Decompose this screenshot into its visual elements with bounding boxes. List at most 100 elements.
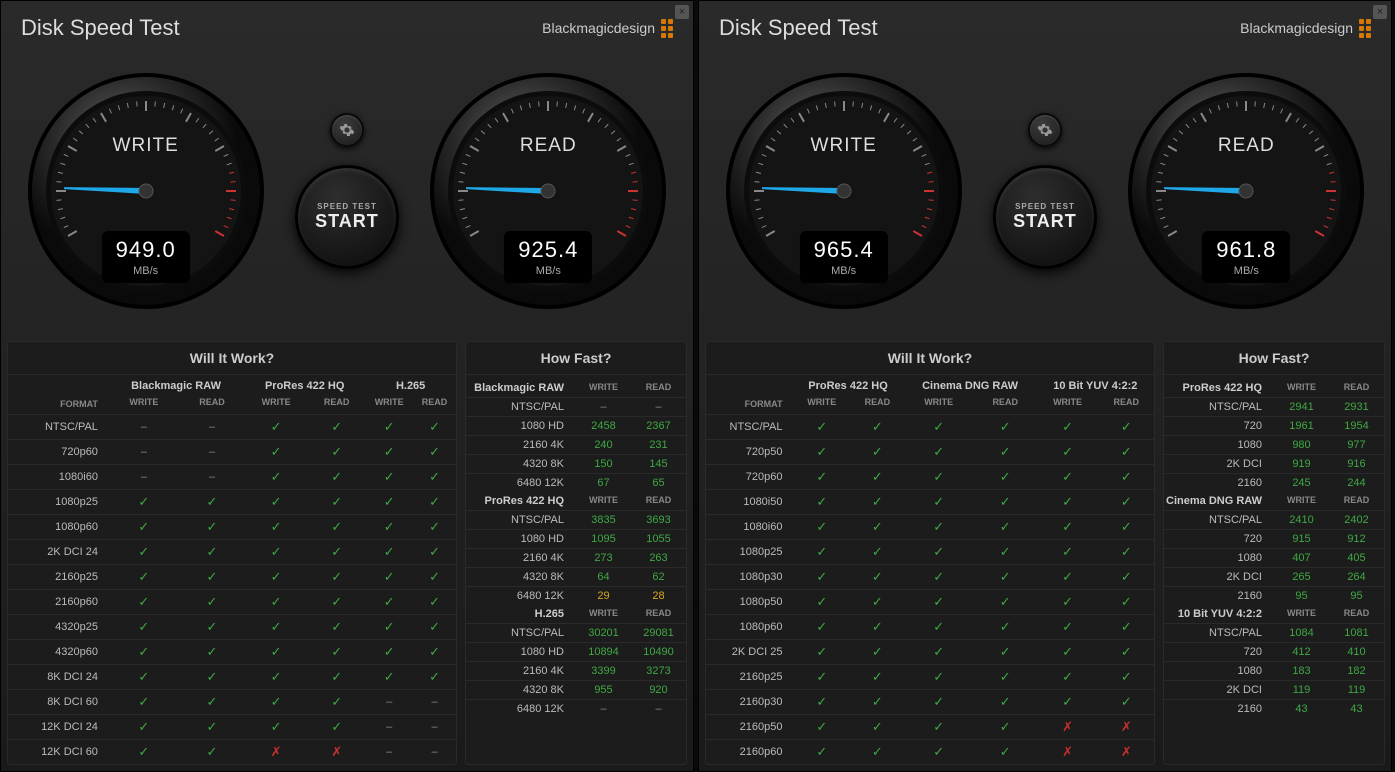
check-icon: ✓: [933, 594, 944, 609]
dash-icon: –: [432, 721, 438, 733]
check-icon: ✓: [429, 644, 440, 659]
how-fast-row: 6480 12K––: [466, 699, 686, 718]
dash-icon: –: [386, 721, 392, 733]
cross-icon: ✗: [331, 744, 342, 759]
dash-icon: –: [141, 446, 147, 458]
check-icon: ✓: [1000, 744, 1011, 759]
check-icon: ✓: [872, 669, 883, 684]
check-icon: ✓: [138, 694, 149, 709]
codec-header: ProRes 422 HQ: [244, 375, 365, 394]
table-row: 1080p25✓✓✓✓✓✓: [8, 490, 456, 515]
check-icon: ✓: [331, 719, 342, 734]
close-button[interactable]: ×: [675, 5, 689, 19]
how-fast-row: NTSC/PAL24102402: [1164, 510, 1384, 529]
check-icon: ✓: [207, 719, 218, 734]
table-row: 2K DCI 24✓✓✓✓✓✓: [8, 540, 456, 565]
check-icon: ✓: [207, 494, 218, 509]
check-icon: ✓: [138, 744, 149, 759]
dash-icon: –: [432, 746, 438, 758]
how-fast-row: NTSC/PAL––: [466, 397, 686, 416]
check-icon: ✓: [207, 569, 218, 584]
check-icon: ✓: [331, 469, 342, 484]
check-icon: ✓: [429, 619, 440, 634]
check-icon: ✓: [872, 519, 883, 534]
app-title: Disk Speed Test: [719, 15, 878, 41]
check-icon: ✓: [331, 419, 342, 434]
table-row: NTSC/PAL––✓✓✓✓: [8, 415, 456, 440]
check-icon: ✓: [872, 644, 883, 659]
check-icon: ✓: [1000, 544, 1011, 559]
check-icon: ✓: [816, 519, 827, 534]
check-icon: ✓: [1000, 419, 1011, 434]
check-icon: ✓: [1000, 694, 1011, 709]
check-icon: ✓: [1000, 494, 1011, 509]
check-icon: ✓: [271, 669, 282, 684]
write-gauge: WRITE 965.4 MB/s: [724, 71, 964, 311]
check-icon: ✓: [384, 569, 395, 584]
will-it-work-panel: Will It Work? ProRes 422 HQCinema DNG RA…: [705, 341, 1155, 765]
how-fast-row: 2160245244: [1164, 473, 1384, 492]
will-it-work-panel: Will It Work? Blackmagic RAWProRes 422 H…: [7, 341, 457, 765]
check-icon: ✓: [872, 594, 883, 609]
check-icon: ✓: [1121, 544, 1132, 559]
how-fast-row: 2160 4K240231: [466, 435, 686, 454]
check-icon: ✓: [429, 544, 440, 559]
check-icon: ✓: [872, 694, 883, 709]
check-icon: ✓: [1062, 519, 1073, 534]
check-icon: ✓: [872, 444, 883, 459]
check-icon: ✓: [816, 444, 827, 459]
close-button[interactable]: ×: [1373, 5, 1387, 19]
check-icon: ✓: [1121, 494, 1132, 509]
check-icon: ✓: [271, 719, 282, 734]
how-fast-row: 4320 8K150145: [466, 454, 686, 473]
table-row: 1080p50✓✓✓✓✓✓: [706, 590, 1154, 615]
write-value-display: 965.4 MB/s: [800, 231, 888, 283]
start-button[interactable]: SPEED TEST START: [993, 165, 1097, 269]
check-icon: ✓: [384, 419, 395, 434]
check-icon: ✓: [384, 544, 395, 559]
check-icon: ✓: [271, 469, 282, 484]
check-icon: ✓: [872, 469, 883, 484]
title-bar: Disk Speed Test Blackmagicdesign: [699, 1, 1391, 51]
check-icon: ✓: [872, 744, 883, 759]
check-icon: ✓: [331, 619, 342, 634]
check-icon: ✓: [1062, 494, 1073, 509]
check-icon: ✓: [207, 594, 218, 609]
check-icon: ✓: [1121, 694, 1132, 709]
format-header: FORMAT: [706, 394, 792, 415]
table-row: 1080p30✓✓✓✓✓✓: [706, 565, 1154, 590]
cross-icon: ✗: [1062, 719, 1073, 734]
check-icon: ✓: [933, 519, 944, 534]
check-icon: ✓: [1000, 719, 1011, 734]
how-fast-row: 72019611954: [1164, 416, 1384, 435]
check-icon: ✓: [933, 744, 944, 759]
table-row: 720p60✓✓✓✓✓✓: [706, 465, 1154, 490]
settings-button[interactable]: [330, 113, 364, 147]
how-fast-row: 21604343: [1164, 699, 1384, 718]
check-icon: ✓: [384, 594, 395, 609]
check-icon: ✓: [384, 669, 395, 684]
check-icon: ✓: [1121, 469, 1132, 484]
check-icon: ✓: [872, 494, 883, 509]
table-row: 2160p60✓✓✓✓✓✓: [8, 590, 456, 615]
how-fast-panel: How Fast? Blackmagic RAWWRITEREAD NTSC/P…: [465, 341, 687, 765]
how-fast-section-header: ProRes 422 HQWRITEREAD: [466, 492, 686, 510]
check-icon: ✓: [429, 444, 440, 459]
how-fast-section-header: Blackmagic RAWWRITEREAD: [466, 379, 686, 397]
check-icon: ✓: [933, 544, 944, 559]
check-icon: ✓: [933, 644, 944, 659]
check-icon: ✓: [331, 519, 342, 534]
check-icon: ✓: [1000, 669, 1011, 684]
table-row: 2160p60✓✓✓✓✗✗: [706, 740, 1154, 765]
cross-icon: ✗: [1121, 744, 1132, 759]
check-icon: ✓: [384, 644, 395, 659]
read-gauge: READ 925.4 MB/s: [428, 71, 668, 311]
start-button[interactable]: SPEED TEST START: [295, 165, 399, 269]
check-icon: ✓: [138, 594, 149, 609]
check-icon: ✓: [1000, 644, 1011, 659]
how-fast-row: 2160 4K33993273: [466, 661, 686, 680]
settings-button[interactable]: [1028, 113, 1062, 147]
how-fast-row: 1080980977: [1164, 435, 1384, 454]
check-icon: ✓: [816, 669, 827, 684]
check-icon: ✓: [933, 469, 944, 484]
